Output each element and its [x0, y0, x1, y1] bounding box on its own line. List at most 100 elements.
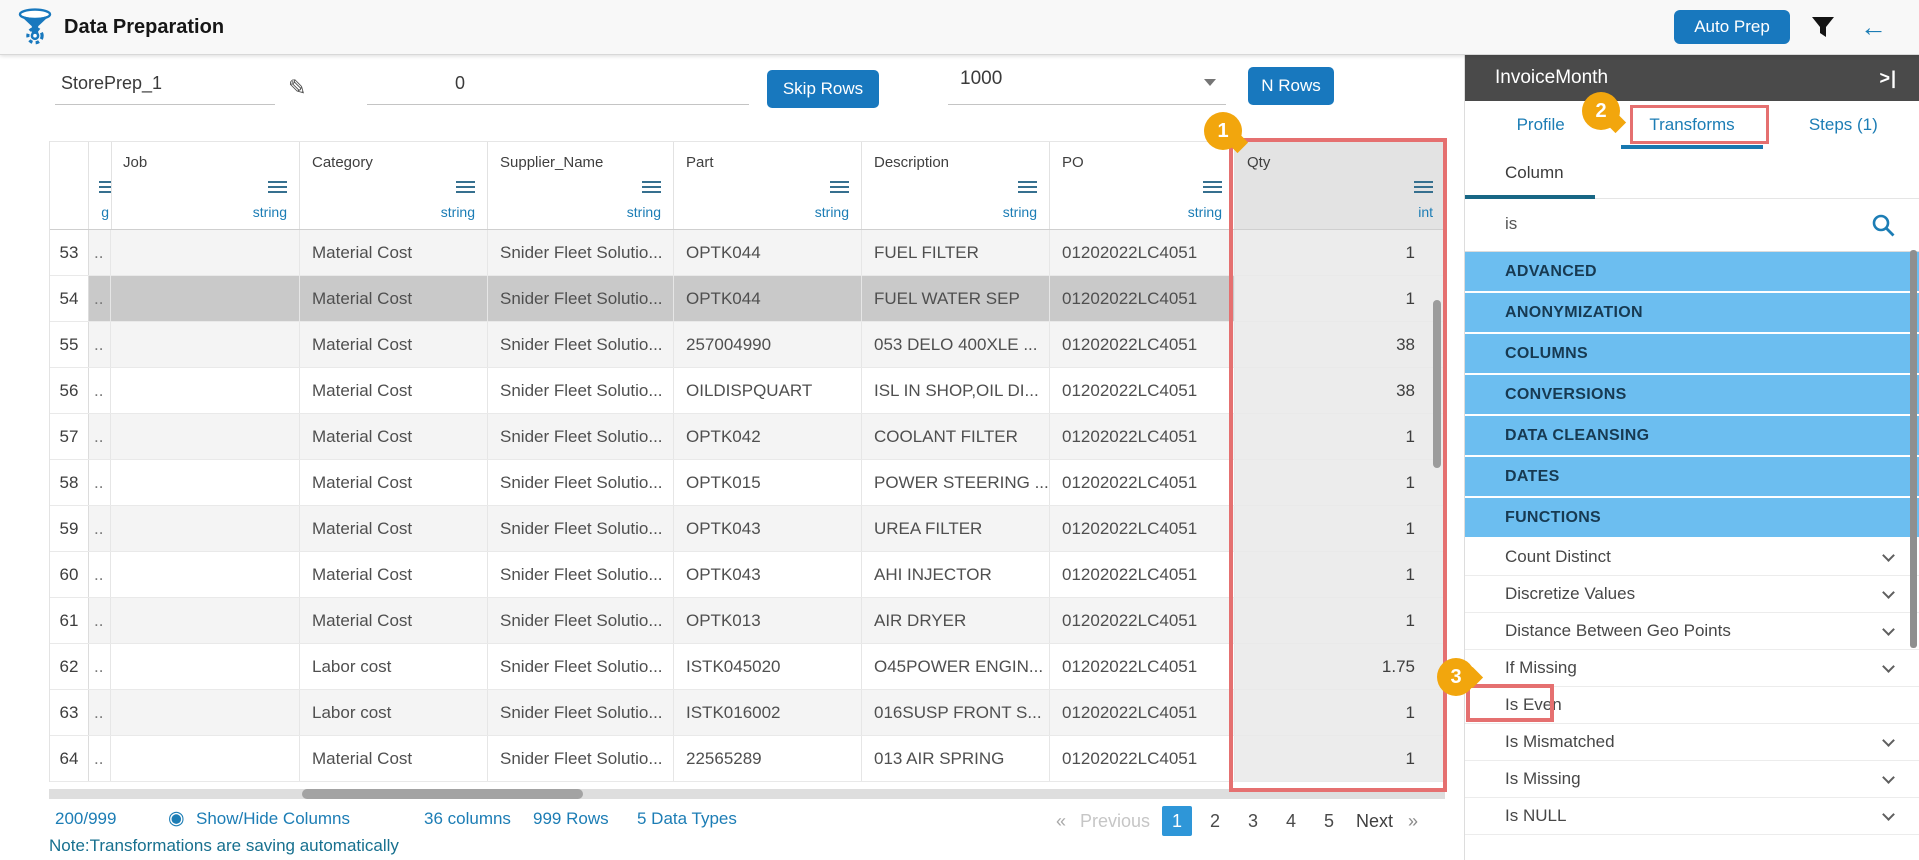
table-row[interactable]: 60 .. Material Cost Snider Fleet Solutio…	[50, 552, 1445, 598]
transform-function-item[interactable]: Discretize Values	[1465, 576, 1919, 613]
transform-category[interactable]: FUNCTIONS	[1465, 498, 1919, 537]
po-cell[interactable]: 01202022LC4051	[1050, 368, 1235, 413]
part-cell[interactable]: OPTK044	[674, 276, 862, 321]
pagination-previous[interactable]: Previous	[1080, 806, 1150, 836]
column-menu-icon[interactable]	[456, 186, 475, 188]
category-cell[interactable]: Labor cost	[300, 690, 488, 735]
table-row[interactable]: 58 .. Material Cost Snider Fleet Solutio…	[50, 460, 1445, 506]
n-rows-button[interactable]: N Rows	[1248, 67, 1334, 105]
table-row[interactable]: 64 .. Material Cost Snider Fleet Solutio…	[50, 736, 1445, 782]
pagination-page-button[interactable]: 5	[1314, 806, 1344, 836]
job-cell[interactable]	[111, 690, 300, 735]
column-menu-icon[interactable]	[642, 186, 661, 188]
description-cell[interactable]: ISL IN SHOP,OIL DI...	[862, 368, 1050, 413]
column-menu-icon[interactable]	[1414, 186, 1433, 188]
category-cell[interactable]: Material Cost	[300, 414, 488, 459]
transform-function-item[interactable]: Is NULL	[1465, 798, 1919, 835]
clipped-cell[interactable]: ..	[89, 552, 111, 597]
column-menu-icon[interactable]	[1203, 186, 1222, 188]
column-menu-icon[interactable]	[830, 186, 849, 188]
job-cell[interactable]	[111, 552, 300, 597]
description-cell[interactable]: AIR DRYER	[862, 598, 1050, 643]
clipped-cell[interactable]: ..	[89, 322, 111, 367]
supplier-cell[interactable]: Snider Fleet Solutio...	[488, 414, 674, 459]
category-cell[interactable]: Labor cost	[300, 644, 488, 689]
part-cell[interactable]: 257004990	[674, 322, 862, 367]
description-cell[interactable]: 013 AIR SPRING	[862, 736, 1050, 781]
category-cell[interactable]: Material Cost	[300, 460, 488, 505]
description-cell[interactable]: FUEL FILTER	[862, 230, 1050, 275]
description-cell[interactable]: 016SUSP FRONT S...	[862, 690, 1050, 735]
job-cell[interactable]	[111, 598, 300, 643]
transform-category[interactable]: COLUMNS	[1465, 334, 1919, 373]
transform-category[interactable]: ADVANCED	[1465, 252, 1919, 291]
column-header-description[interactable]: Description string	[862, 142, 1050, 229]
po-cell[interactable]: 01202022LC4051	[1050, 276, 1235, 321]
part-cell[interactable]: OPTK043	[674, 552, 862, 597]
pagination-page-button[interactable]: 2	[1200, 806, 1230, 836]
supplier-cell[interactable]: Snider Fleet Solutio...	[488, 644, 674, 689]
qty-cell[interactable]: 1	[1235, 598, 1446, 643]
description-cell[interactable]: POWER STEERING ...	[862, 460, 1050, 505]
column-header-part[interactable]: Part string	[674, 142, 862, 229]
tab-column[interactable]: Column	[1505, 163, 1564, 183]
transform-category[interactable]: DATA CLEANSING	[1465, 416, 1919, 455]
transform-function-item[interactable]: Is Even	[1465, 687, 1919, 724]
po-cell[interactable]: 01202022LC4051	[1050, 322, 1235, 367]
qty-cell[interactable]: 1.75	[1235, 644, 1446, 689]
auto-prep-button[interactable]: Auto Prep	[1674, 10, 1790, 44]
transform-category[interactable]: ANONYMIZATION	[1465, 293, 1919, 332]
skip-rows-button[interactable]: Skip Rows	[767, 70, 879, 108]
description-cell[interactable]: O45POWER ENGIN...	[862, 644, 1050, 689]
clipped-cell[interactable]: ..	[89, 276, 111, 321]
panel-scrollbar-thumb[interactable]	[1910, 250, 1917, 648]
qty-cell[interactable]: 1	[1235, 276, 1446, 321]
show-hide-columns-icon[interactable]: ◉	[168, 806, 185, 832]
column-menu-icon[interactable]	[268, 186, 287, 188]
part-cell[interactable]: OPTK042	[674, 414, 862, 459]
po-cell[interactable]: 01202022LC4051	[1050, 230, 1235, 275]
job-cell[interactable]	[111, 644, 300, 689]
table-vertical-scrollbar[interactable]	[1433, 300, 1441, 468]
supplier-cell[interactable]: Snider Fleet Solutio...	[488, 552, 674, 597]
po-cell[interactable]: 01202022LC4051	[1050, 414, 1235, 459]
supplier-cell[interactable]: Snider Fleet Solutio...	[488, 736, 674, 781]
supplier-cell[interactable]: Snider Fleet Solutio...	[488, 460, 674, 505]
transform-category[interactable]: DATES	[1465, 457, 1919, 496]
part-cell[interactable]: OPTK044	[674, 230, 862, 275]
clipped-cell[interactable]: ..	[89, 230, 111, 275]
panel-tab[interactable]: Transforms	[1616, 101, 1767, 149]
po-cell[interactable]: 01202022LC4051	[1050, 598, 1235, 643]
part-cell[interactable]: OPTK013	[674, 598, 862, 643]
clipped-cell[interactable]: ..	[89, 368, 111, 413]
category-cell[interactable]: Material Cost	[300, 552, 488, 597]
column-header-supplier-name[interactable]: Supplier_Name string	[488, 142, 674, 229]
qty-cell[interactable]: 1	[1235, 414, 1446, 459]
part-cell[interactable]: ISTK016002	[674, 690, 862, 735]
qty-cell[interactable]: 1	[1235, 736, 1446, 781]
supplier-cell[interactable]: Snider Fleet Solutio...	[488, 506, 674, 551]
transform-function-item[interactable]: Is Missing	[1465, 761, 1919, 798]
show-hide-columns-button[interactable]: Show/Hide Columns	[196, 806, 350, 832]
supplier-cell[interactable]: Snider Fleet Solutio...	[488, 598, 674, 643]
po-cell[interactable]: 01202022LC4051	[1050, 644, 1235, 689]
table-row[interactable]: 55 .. Material Cost Snider Fleet Solutio…	[50, 322, 1445, 368]
transform-search-input[interactable]: is	[1505, 214, 1517, 234]
search-icon[interactable]	[1870, 212, 1897, 239]
filter-icon[interactable]	[1810, 14, 1836, 40]
table-row[interactable]: 59 .. Material Cost Snider Fleet Solutio…	[50, 506, 1445, 552]
category-cell[interactable]: Material Cost	[300, 506, 488, 551]
supplier-cell[interactable]: Snider Fleet Solutio...	[488, 230, 674, 275]
po-cell[interactable]: 01202022LC4051	[1050, 736, 1235, 781]
dataset-name-input[interactable]: StorePrep_1	[55, 73, 275, 105]
transform-function-item[interactable]: If Missing	[1465, 650, 1919, 687]
description-cell[interactable]: AHI INJECTOR	[862, 552, 1050, 597]
column-header-job[interactable]: Job string	[111, 142, 300, 229]
part-cell[interactable]: OPTK015	[674, 460, 862, 505]
qty-cell[interactable]: 1	[1235, 460, 1446, 505]
table-row[interactable]: 63 .. Labor cost Snider Fleet Solutio...…	[50, 690, 1445, 736]
job-cell[interactable]	[111, 322, 300, 367]
transform-function-item[interactable]: Distance Between Geo Points	[1465, 613, 1919, 650]
clipped-cell[interactable]: ..	[89, 690, 111, 735]
transform-function-item[interactable]: Is Mismatched	[1465, 724, 1919, 761]
